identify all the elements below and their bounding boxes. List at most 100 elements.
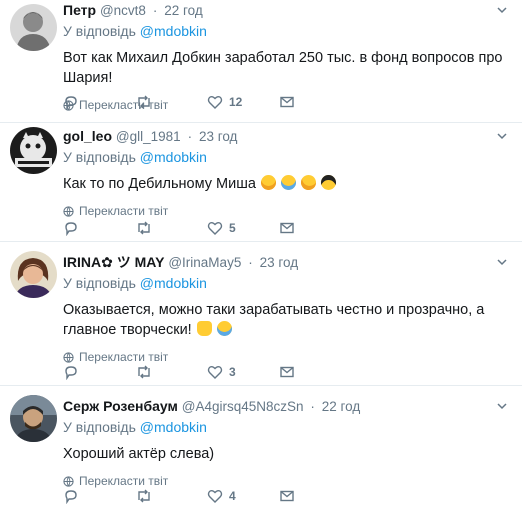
- translate-label: Перекласти твіт: [79, 474, 169, 488]
- tweet-header: Петр @ncvt8 · 22 год: [63, 1, 508, 19]
- tears-of-joy-face-icon: [280, 175, 296, 190]
- mention-link[interactable]: @mdobkin: [140, 275, 207, 291]
- reply-icon: [65, 96, 77, 110]
- tweet[interactable]: Серж Розенбаум @A4girsq45N8czSn · 22 год…: [0, 386, 522, 507]
- chevron-down-icon[interactable]: [496, 256, 508, 268]
- chevron-down-icon[interactable]: [496, 400, 508, 412]
- envelope-icon: [280, 96, 294, 108]
- timestamp[interactable]: 22 год: [164, 3, 202, 18]
- chevron-down-icon[interactable]: [496, 130, 508, 142]
- tweet-actions: 12: [63, 93, 351, 111]
- separator-dot: ·: [310, 399, 315, 414]
- reply-context: У відповідь @mdobkin: [63, 148, 508, 166]
- emoji-group: [260, 172, 337, 193]
- reply-button[interactable]: [63, 220, 135, 236]
- like-count: 4: [229, 489, 236, 503]
- tweet[interactable]: gol_leo @gll_1981 · 23 год У відповідь @…: [0, 123, 522, 242]
- author-handle[interactable]: @IrinaMay5: [168, 255, 241, 270]
- grinning-face-icon: [260, 175, 276, 190]
- timestamp[interactable]: 23 год: [199, 129, 237, 144]
- author-name[interactable]: Петр: [63, 2, 96, 18]
- separator-dot: ·: [187, 129, 193, 144]
- retweet-icon: [138, 95, 150, 109]
- thumbs-up-icon: [196, 321, 212, 336]
- tweet[interactable]: IRINA✿ ツ MAY @IrinaMay5 · 23 год У відпо…: [0, 242, 522, 386]
- tweet-actions: 4: [63, 487, 351, 505]
- reply-prefix: У відповідь: [63, 419, 136, 435]
- author-name[interactable]: Серж Розенбаум: [63, 398, 178, 414]
- retweet-button[interactable]: [135, 488, 207, 504]
- like-button[interactable]: 12: [207, 94, 279, 110]
- like-count: 3: [229, 365, 236, 379]
- direct-message-button[interactable]: [279, 94, 351, 110]
- author-handle[interactable]: @ncvt8: [100, 3, 146, 18]
- reply-icon: [65, 490, 77, 504]
- reply-prefix: У відповідь: [63, 23, 136, 39]
- translate-label: Перекласти твіт: [79, 204, 169, 218]
- translate-link[interactable]: Перекласти твіт: [63, 204, 508, 218]
- timestamp[interactable]: 23 год: [260, 255, 298, 270]
- mention-link[interactable]: @mdobkin: [140, 419, 207, 435]
- tweet-actions: 3: [63, 363, 351, 381]
- replies-feed: Петр @ncvt8 · 22 год У відповідь @mdobki…: [0, 0, 522, 507]
- reply-button[interactable]: [63, 94, 135, 110]
- globe-icon: [63, 205, 74, 217]
- tweet-text: Вот как Михаил Добкин заработал 250 тыс.…: [63, 48, 508, 88]
- retweet-button[interactable]: [135, 220, 207, 236]
- tweet-header: IRINA✿ ツ MAY @IrinaMay5 · 23 год: [63, 253, 508, 271]
- reply-prefix: У відповідь: [63, 275, 136, 291]
- separator-dot: ·: [248, 255, 253, 270]
- tweet-text: Хороший актёр слева): [63, 444, 508, 464]
- globe-icon: [63, 475, 74, 487]
- envelope-icon: [280, 222, 294, 234]
- retweet-button[interactable]: [135, 364, 207, 380]
- envelope-icon: [280, 366, 294, 378]
- direct-message-button[interactable]: [279, 220, 351, 236]
- reply-context: У відповідь @mdobkin: [63, 274, 508, 292]
- mention-link[interactable]: @mdobkin: [140, 23, 207, 39]
- tweet-text: Оказывается, можно таки зарабатывать чес…: [63, 300, 503, 340]
- mention-link[interactable]: @mdobkin: [140, 149, 207, 165]
- avatar[interactable]: [10, 127, 57, 174]
- avatar[interactable]: [10, 4, 57, 51]
- reply-button[interactable]: [63, 364, 135, 380]
- reply-icon: [65, 222, 77, 236]
- reply-prefix: У відповідь: [63, 149, 136, 165]
- like-count: 12: [229, 95, 243, 109]
- heart-icon: [207, 490, 223, 503]
- direct-message-button[interactable]: [279, 488, 351, 504]
- retweet-button[interactable]: [135, 94, 207, 110]
- retweet-icon: [138, 221, 150, 235]
- avatar[interactable]: [10, 251, 57, 298]
- translate-link[interactable]: Перекласти твіт: [63, 350, 508, 364]
- chevron-down-icon[interactable]: [496, 4, 508, 16]
- tweet-header: gol_leo @gll_1981 · 23 год: [63, 127, 508, 145]
- tweet-content: gol_leo @gll_1981 · 23 год У відповідь @…: [63, 123, 508, 236]
- direct-message-button[interactable]: [279, 364, 351, 380]
- globe-icon: [63, 351, 74, 363]
- heart-icon: [207, 366, 223, 379]
- translate-link[interactable]: Перекласти твіт: [63, 474, 508, 488]
- like-button[interactable]: 3: [207, 364, 279, 380]
- author-handle[interactable]: @A4girsq45N8czSn: [182, 399, 304, 414]
- author-name[interactable]: gol_leo: [63, 128, 112, 144]
- reply-icon: [65, 366, 77, 380]
- tweet-text-body: Хороший актёр слева): [63, 446, 215, 462]
- like-button[interactable]: 4: [207, 488, 279, 504]
- tweet[interactable]: Петр @ncvt8 · 22 год У відповідь @mdobki…: [0, 0, 522, 123]
- like-count: 5: [229, 221, 236, 235]
- tweet-text: Как то по Дебильному Миша: [63, 172, 508, 194]
- separator-dot: ·: [152, 3, 158, 18]
- avatar[interactable]: [10, 395, 57, 442]
- envelope-icon: [280, 490, 294, 502]
- translate-label: Перекласти твіт: [79, 350, 169, 364]
- author-name[interactable]: IRINA✿ ツ MAY: [63, 254, 164, 270]
- tears-of-joy-face-icon: [216, 321, 232, 336]
- tweet-actions: 5: [63, 219, 351, 237]
- author-handle[interactable]: @gll_1981: [116, 129, 181, 144]
- timestamp[interactable]: 22 год: [322, 399, 360, 414]
- like-button[interactable]: 5: [207, 220, 279, 236]
- reply-button[interactable]: [63, 488, 135, 504]
- tweet-header: Серж Розенбаум @A4girsq45N8czSn · 22 год: [63, 397, 508, 415]
- tweet-content: Петр @ncvt8 · 22 год У відповідь @mdobki…: [63, 0, 508, 112]
